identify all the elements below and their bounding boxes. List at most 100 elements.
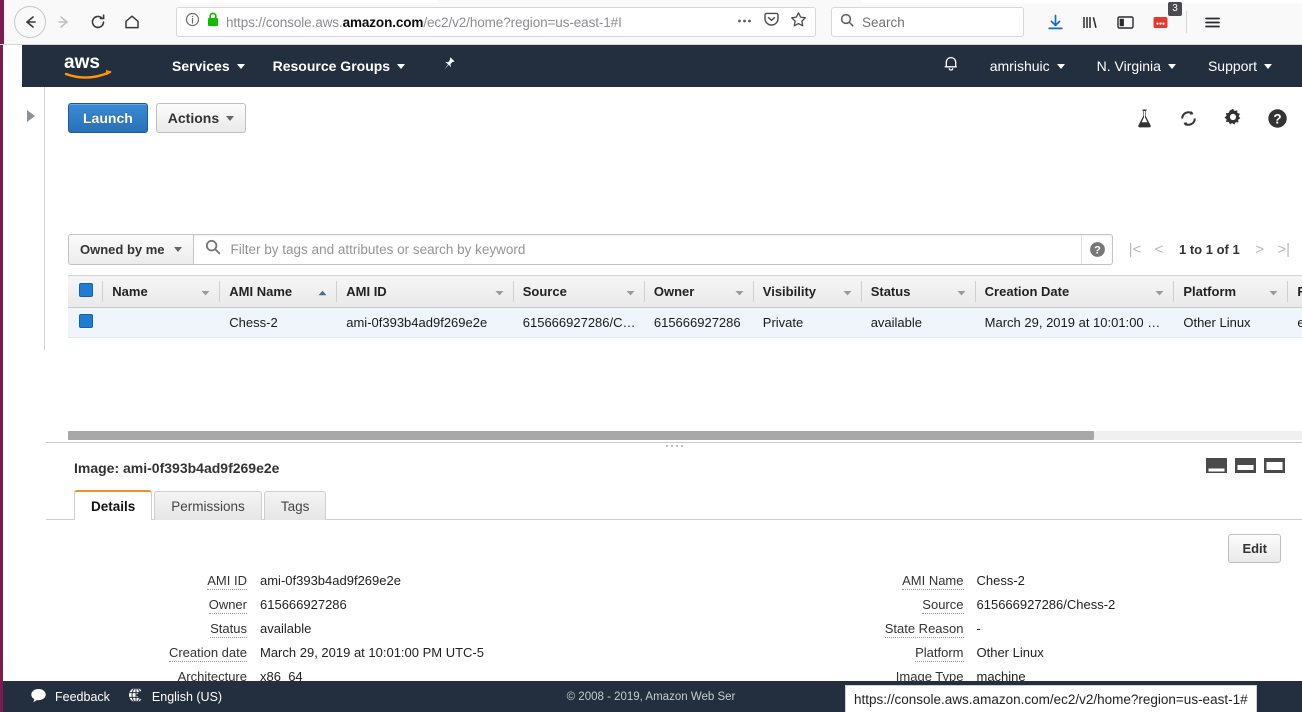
browser-nav-buttons	[14, 6, 148, 38]
row-checkbox[interactable]	[79, 314, 93, 328]
sidebar-icon[interactable]	[1116, 14, 1135, 31]
filter-help-icon[interactable]: ?	[1081, 234, 1112, 264]
svg-text:?: ?	[1273, 111, 1281, 126]
chevron-down-icon	[397, 63, 406, 69]
panel-split-icon[interactable]	[1235, 458, 1256, 473]
aws-logo[interactable]: aws	[62, 51, 114, 81]
nav-services[interactable]: Services	[158, 45, 259, 87]
browser-search-bar[interactable]: Search	[831, 7, 1024, 37]
pin-icon[interactable]	[439, 55, 457, 78]
edit-button[interactable]: Edit	[1228, 534, 1281, 563]
field-label: Creation date	[168, 645, 247, 662]
svg-text:aws: aws	[64, 52, 100, 73]
col-header-ami-id[interactable]: AMI ID	[336, 275, 513, 308]
page-left-accent	[0, 45, 3, 681]
owner-filter-select[interactable]: Owned by me	[69, 234, 194, 264]
nav-resource-groups[interactable]: Resource Groups	[259, 45, 419, 87]
downloads-badge: 3	[1168, 1, 1182, 16]
actions-button-label: Actions	[167, 110, 220, 126]
browser-search-placeholder: Search	[862, 14, 905, 30]
table-row[interactable]: Chess-2 ami-0f393b4ad9f269e2e 6156669272…	[68, 307, 1302, 338]
pagination-controls: |< < 1 to 1 of 1 > >|	[1123, 235, 1296, 263]
field-value: Chess-2	[976, 573, 1025, 588]
col-label: Status	[870, 284, 911, 299]
col-header-ami-name[interactable]: AMI Name	[219, 275, 337, 308]
next-page-button[interactable]: >	[1248, 235, 1272, 263]
cell-name	[102, 307, 220, 338]
sidebar-collapsed-rail	[23, 87, 45, 350]
tab-tags[interactable]: Tags	[263, 491, 327, 520]
col-header-name[interactable]: Name	[102, 275, 220, 308]
gear-icon[interactable]	[1223, 108, 1243, 128]
prev-page-button[interactable]: <	[1147, 235, 1171, 263]
hamburger-menu-icon[interactable]	[1203, 13, 1222, 32]
cell-ami-id: ami-0f393b4ad9f269e2e	[336, 307, 513, 338]
url-bar[interactable]: https://console.aws.amazon.com/ec2/v2/ho…	[176, 7, 816, 37]
sort-indicator-icon	[1155, 284, 1164, 299]
star-icon[interactable]	[790, 11, 807, 33]
aws-global-nav: aws Services Resource Groups amrishuic N…	[22, 45, 1302, 87]
details-tablist: Details Permissions Tags	[46, 476, 1302, 520]
download-arrow-icon[interactable]	[1046, 13, 1065, 32]
col-header-source[interactable]: Source	[512, 275, 644, 308]
refresh-icon[interactable]	[1178, 108, 1199, 129]
col-header-root-device[interactable]: R	[1287, 275, 1302, 308]
panel-minimize-icon[interactable]	[1264, 458, 1285, 473]
back-arrow-icon[interactable]	[14, 6, 46, 38]
reload-icon[interactable]	[82, 6, 114, 38]
field-creation-date: Creation date March 29, 2019 at 10:01:00 …	[46, 645, 675, 669]
nav-support-menu[interactable]: Support	[1194, 45, 1286, 87]
col-header-owner[interactable]: Owner	[643, 275, 753, 308]
forward-arrow-icon[interactable]	[48, 6, 80, 38]
nav-support-label: Support	[1207, 58, 1257, 74]
panel-maximize-icon[interactable]	[1206, 458, 1227, 473]
select-all-checkbox[interactable]	[79, 283, 93, 297]
sort-indicator-icon	[201, 284, 210, 299]
bell-icon[interactable]	[930, 54, 972, 78]
flask-icon[interactable]	[1135, 108, 1154, 129]
search-icon	[205, 239, 221, 260]
field-value: Other Linux	[976, 645, 1044, 660]
ellipsis-icon[interactable]	[736, 12, 753, 33]
tab-strip-edge	[180, 0, 438, 3]
field-platform: Platform Other Linux	[675, 645, 1302, 669]
sort-asc-icon	[318, 284, 327, 299]
field-ami-id: AMI ID ami-0f393b4ad9f269e2e	[46, 573, 675, 597]
window-accent-stripe	[0, 0, 4, 44]
col-header-creation-date[interactable]: Creation Date	[974, 275, 1174, 308]
table-horizontal-scrollbar[interactable]	[68, 428, 1302, 442]
tab-details[interactable]: Details	[74, 490, 153, 520]
tab-permissions[interactable]: Permissions	[154, 491, 262, 520]
first-page-button[interactable]: |<	[1123, 235, 1147, 263]
home-icon[interactable]	[116, 6, 148, 38]
nav-account-menu[interactable]: amrishuic	[976, 45, 1079, 87]
col-header-status[interactable]: Status	[860, 275, 975, 308]
field-label: Source	[922, 597, 964, 614]
cell-root-device: eb	[1287, 307, 1302, 338]
expand-sidebar-icon[interactable]	[27, 110, 35, 122]
chevron-down-icon	[236, 63, 245, 69]
panel-splitter[interactable]	[46, 442, 1302, 450]
padlock-icon[interactable]	[207, 12, 219, 32]
pocket-icon[interactable]	[763, 11, 780, 33]
filter-input[interactable]: Filter by tags and attributes or search …	[194, 239, 1081, 260]
col-header-platform[interactable]: Platform	[1173, 275, 1288, 308]
page-info-icon[interactable]	[185, 12, 200, 32]
cell-platform: Other Linux	[1173, 307, 1288, 338]
launch-button[interactable]: Launch	[68, 103, 148, 133]
field-label: Platform	[915, 645, 964, 662]
library-icon[interactable]	[1081, 13, 1100, 32]
last-page-button[interactable]: >|	[1272, 235, 1296, 263]
actions-button[interactable]: Actions	[155, 103, 247, 133]
field-label: Status	[210, 621, 247, 638]
col-label: AMI Name	[229, 284, 293, 299]
nav-region-menu[interactable]: N. Virginia	[1083, 45, 1190, 87]
nav-resource-groups-label: Resource Groups	[272, 58, 391, 74]
field-label: State Reason	[884, 621, 964, 638]
search-icon	[840, 13, 854, 32]
owner-filter-label: Owned by me	[80, 241, 165, 257]
scrollbar-thumb[interactable]	[68, 431, 1094, 440]
help-icon[interactable]: ?	[1267, 108, 1288, 129]
col-header-visibility[interactable]: Visibility	[752, 275, 861, 308]
extension-icon[interactable]: 3	[1151, 1, 1182, 32]
